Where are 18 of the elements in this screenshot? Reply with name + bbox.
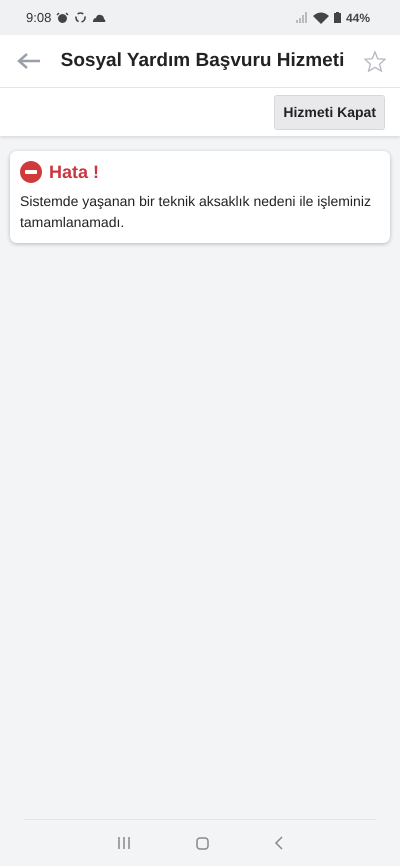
page-title: Sosyal Yardım Başvuru Hizmeti [60, 50, 344, 72]
status-time: 9:08 [26, 10, 52, 25]
recent-apps-icon[interactable] [116, 837, 130, 849]
close-service-button[interactable]: Hizmeti Kapat [274, 94, 385, 130]
back-arrow-icon[interactable] [17, 52, 41, 70]
error-icon [20, 161, 42, 183]
alarm-icon [56, 12, 70, 24]
back-icon[interactable] [274, 836, 284, 850]
battery-icon [334, 12, 341, 23]
star-icon[interactable] [364, 50, 386, 72]
alert-message: Sistemde yaşanan bir teknik aksaklık nedeni ile işleminiz tamamlanamadı. [20, 192, 372, 232]
battery-percent: 44% [346, 10, 370, 24]
alert-title: Hata ! [49, 162, 100, 182]
home-icon[interactable] [196, 836, 208, 850]
sync-icon [74, 11, 88, 24]
cloud-icon [92, 14, 106, 22]
wifi-icon [312, 12, 329, 24]
signal-icon [296, 12, 308, 23]
